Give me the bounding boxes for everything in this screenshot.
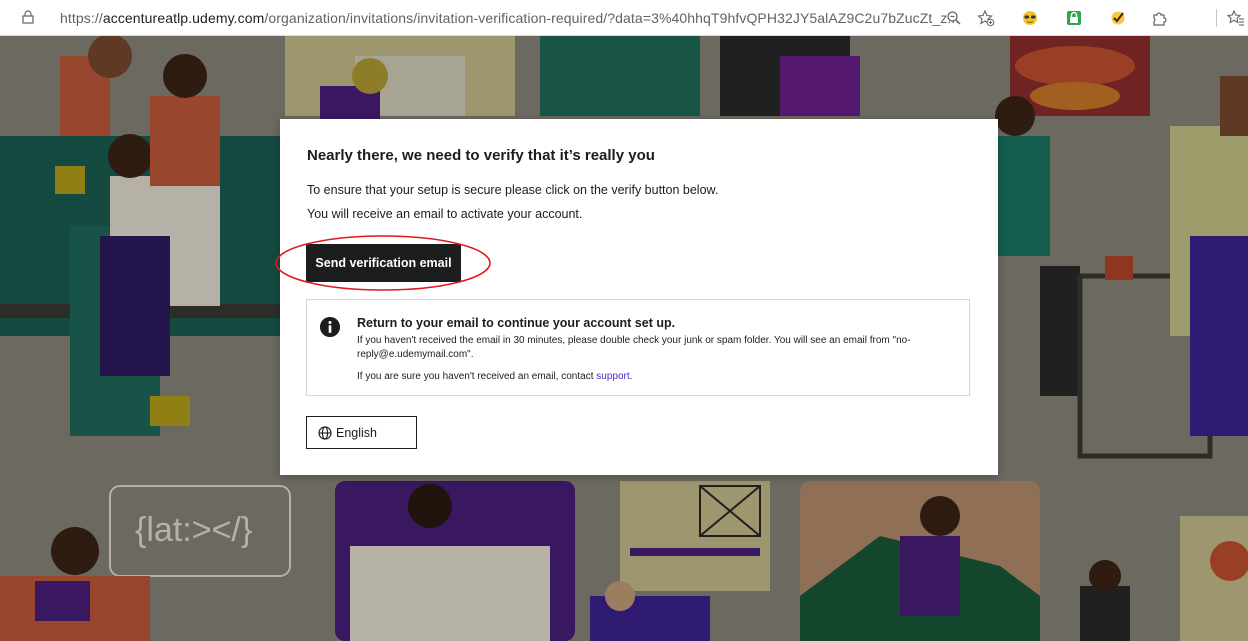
toolbar-separator bbox=[1216, 9, 1217, 27]
favorite-add-icon[interactable] bbox=[976, 8, 996, 28]
language-label: English bbox=[336, 425, 377, 440]
sunglasses-extension-icon[interactable] bbox=[1020, 8, 1040, 28]
language-selector-button[interactable]: English bbox=[306, 416, 417, 449]
puzzle-extension-icon[interactable] bbox=[1150, 8, 1170, 28]
favorites-icon[interactable] bbox=[1226, 8, 1246, 28]
modal-description-line2: You will receive an email to activate yo… bbox=[307, 207, 583, 221]
info-icon bbox=[320, 317, 340, 337]
info-text: If you haven't received the email in 30 … bbox=[357, 335, 911, 360]
support-prefix: If you are sure you haven't received an … bbox=[357, 371, 597, 382]
support-link[interactable]: support bbox=[596, 371, 629, 382]
lock-icon[interactable] bbox=[22, 10, 34, 24]
globe-icon bbox=[318, 425, 332, 440]
send-verification-email-button[interactable]: Send verification email bbox=[306, 244, 461, 282]
url-host: accentureatlp.udemy.com bbox=[102, 10, 265, 26]
url-path: /organization/invitations/invitation-ver… bbox=[264, 10, 960, 26]
modal-description-line1: To ensure that your setup is secure plea… bbox=[307, 183, 719, 197]
password-extension-icon[interactable] bbox=[1064, 8, 1084, 28]
info-support-text: If you are sure you haven't received an … bbox=[357, 371, 632, 382]
info-box: Return to your email to continue your ac… bbox=[306, 299, 970, 396]
verification-modal: Nearly there, we need to verify that it’… bbox=[275, 119, 998, 475]
url-prefix: https:// bbox=[60, 10, 103, 26]
zoom-icon[interactable] bbox=[944, 8, 964, 28]
browser-address-bar: https://accentureatlp.udemy.com/organiza… bbox=[0, 0, 1248, 36]
modal-title: Nearly there, we need to verify that it’… bbox=[307, 147, 655, 164]
url-field[interactable]: https://accentureatlp.udemy.com/organiza… bbox=[60, 10, 959, 26]
checkmark-extension-icon[interactable] bbox=[1108, 8, 1128, 28]
info-title: Return to your email to continue your ac… bbox=[357, 316, 676, 330]
support-suffix: . bbox=[629, 371, 633, 382]
